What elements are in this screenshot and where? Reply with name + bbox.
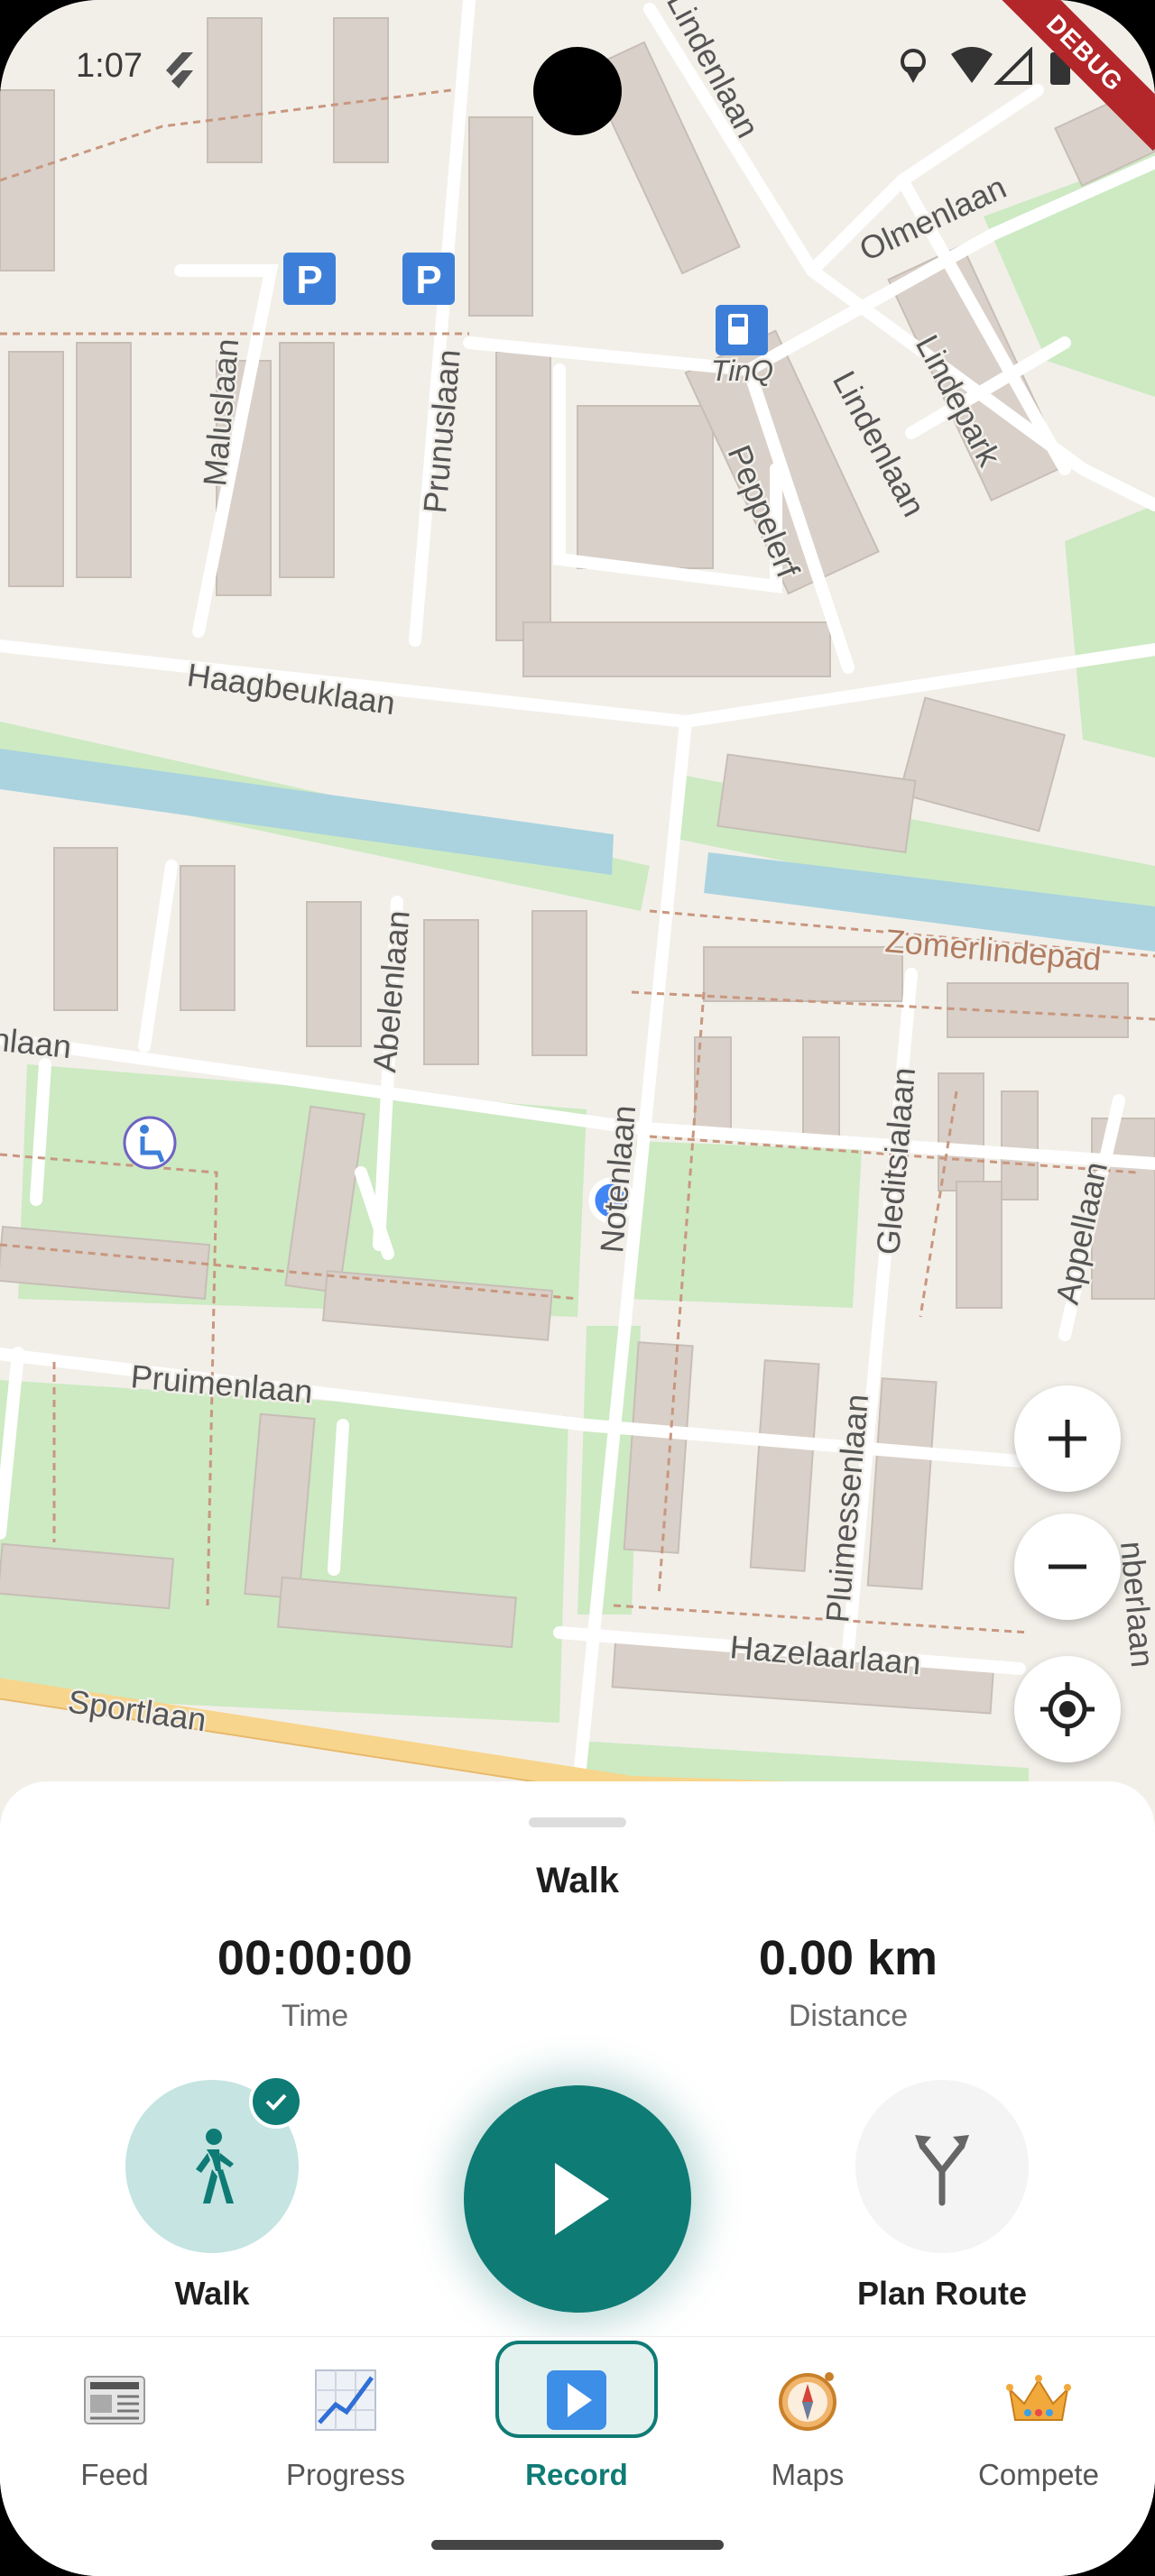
status-icons [895, 46, 1076, 91]
wheelchair-icon [123, 1116, 177, 1170]
compass-icon [772, 2364, 844, 2436]
nav-label: Feed [80, 2458, 149, 2491]
signal-icon [993, 46, 1032, 85]
status-time: 1:07 [76, 47, 143, 85]
chart-icon [310, 2364, 382, 2436]
app-screen: P P Lindenlaan Olmenlaan Lindepark Linde… [0, 0, 1155, 2576]
street-label: nlaan [0, 1020, 73, 1065]
walk-label: Walk [174, 2275, 250, 2312]
crosshair-icon [1040, 1682, 1095, 1736]
crown-icon [1003, 2364, 1075, 2436]
route-split-icon [915, 2135, 969, 2206]
zoom-out-button[interactable] [1014, 1513, 1121, 1620]
distance-value: 0.00 km [758, 1931, 938, 1985]
wifi-icon [951, 47, 993, 83]
nav-label: Progress [285, 2458, 406, 2491]
nav-item-compete[interactable]: Compete [939, 2364, 1138, 2499]
nav-item-progress[interactable]: Progress [246, 2364, 445, 2499]
play-icon [555, 2163, 609, 2235]
nav-label: Compete [978, 2458, 1099, 2491]
distance-label: Distance [788, 1999, 909, 2033]
map-view[interactable]: P P Lindenlaan Olmenlaan Lindepark Linde… [0, 0, 1155, 1795]
time-stat: 00:00:00 Time [125, 1930, 504, 2034]
drag-handle[interactable] [529, 1817, 626, 1827]
walking-person-icon [196, 2129, 234, 2203]
flutter-icon [161, 51, 195, 95]
activity-title: Walk [536, 1861, 619, 1900]
minus-icon [1049, 1564, 1086, 1569]
start-recording-button[interactable] [464, 2085, 691, 2313]
plus-icon [1049, 1420, 1086, 1458]
time-label: Time [281, 1999, 349, 2033]
selected-check-badge [249, 2075, 303, 2129]
plan-route-label: Plan Route [856, 2275, 1027, 2312]
fuel-icon [716, 305, 768, 355]
plan-route-button[interactable] [855, 2080, 1029, 2253]
checkmark-icon [265, 2093, 287, 2111]
time-value: 00:00:00 [217, 1931, 413, 1985]
location-status-icon [901, 49, 926, 83]
svg-text:P: P [415, 258, 441, 302]
camera-cutout [533, 47, 622, 135]
my-location-button[interactable] [1014, 1656, 1121, 1762]
poi-label: TinQ [711, 354, 773, 387]
play-icon [541, 2364, 613, 2436]
parking-icon: P [283, 253, 336, 305]
home-indicator[interactable] [431, 2540, 724, 2550]
nav-item-record[interactable]: Record [477, 2341, 676, 2499]
distance-stat: 0.00 km Distance [659, 1930, 1038, 2034]
nav-item-maps[interactable]: Maps [708, 2364, 907, 2499]
nav-item-feed[interactable]: Feed [15, 2364, 214, 2499]
svg-text:P: P [296, 258, 322, 302]
nav-label: Maps [771, 2458, 845, 2491]
parking-icon: P [402, 253, 455, 305]
nav-label: Record [525, 2458, 628, 2491]
newspaper-icon [79, 2364, 151, 2436]
zoom-in-button[interactable] [1014, 1385, 1121, 1492]
